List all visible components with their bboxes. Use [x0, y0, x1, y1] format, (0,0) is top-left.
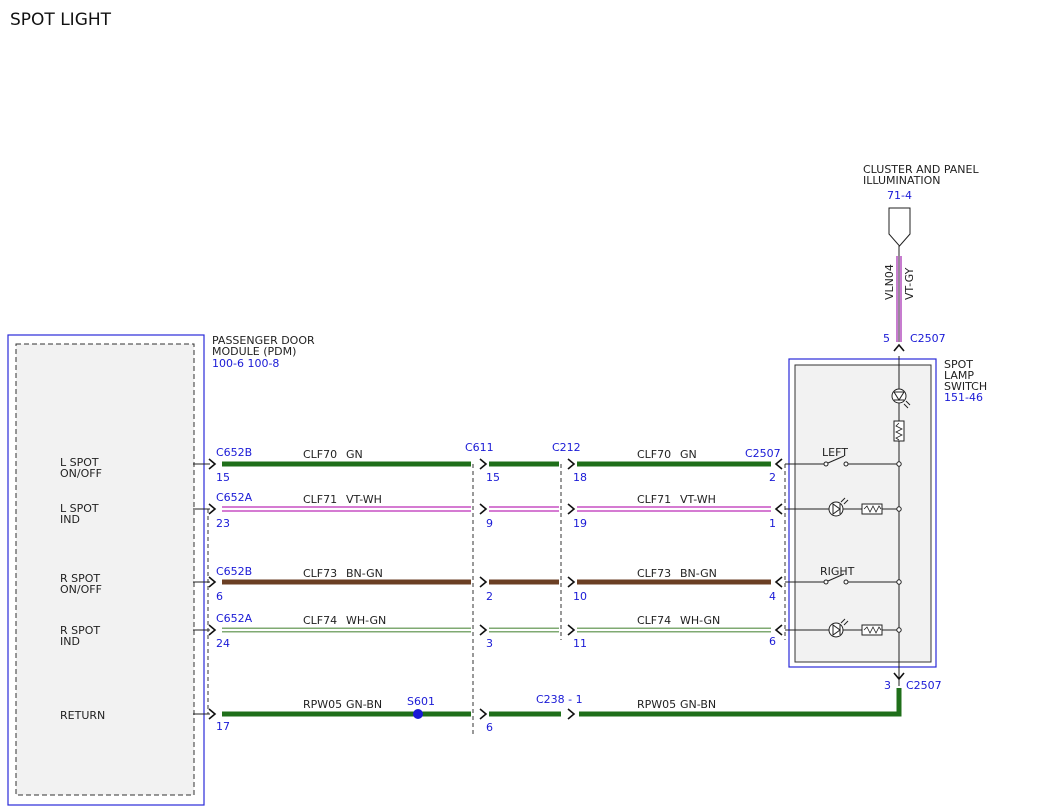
pin-number: 24 [216, 637, 230, 650]
pin-number: 17 [216, 720, 230, 733]
circuit-label: RPW05 [303, 698, 342, 711]
wire-color-label: VT-GY [903, 267, 916, 300]
wire-color-label: BN-GN [346, 567, 383, 580]
switch-right-label: RIGHT [820, 565, 855, 578]
resistor-icon [861, 624, 883, 636]
wire-color-label: GN-BN [680, 698, 716, 711]
wire-clf70: C652B 15 CLF70 GN C611 C212 15 18 CLF70 … [193, 441, 783, 484]
wire-color-label: BN-GN [680, 567, 717, 580]
circuit-label: VLN04 [883, 264, 896, 300]
wire-color-label: WH-GN [680, 614, 720, 627]
pin-number: 3 [884, 679, 891, 692]
arrow-up-icon [893, 343, 905, 352]
connector-label: C652A [216, 491, 253, 504]
circuit-label: CLF73 [303, 567, 337, 580]
switch-contact-icon [823, 579, 829, 585]
connector-label: C652B [216, 565, 252, 578]
pin-number: 1 [769, 517, 776, 530]
pin-number: 15 [216, 471, 230, 484]
pdm-pin-label: RETURN [60, 709, 105, 722]
pin-number: 6 [216, 590, 223, 603]
pin-number: 4 [769, 590, 776, 603]
page-title: SPOT LIGHT [10, 10, 112, 30]
illumination-feed: CLUSTER AND PANEL ILLUMINATION 71-4 VLN0… [863, 163, 979, 352]
wire-color-label: VT-WH [346, 493, 382, 506]
pin-number: 9 [486, 517, 493, 530]
connector-label: C652B [216, 446, 252, 459]
wire-clf74: C652A 24 CLF74 WH-GN 3 11 CLF74 WH-GN 6 [193, 612, 783, 650]
wire-color-label: GN [680, 448, 697, 461]
spot-lamp-switch: SPOT LAMP SWITCH 151-46 LEFT RIGHT 3 C25… [785, 356, 987, 692]
switch-left-label: LEFT [822, 446, 848, 459]
switch-contact-icon [823, 461, 829, 467]
pin-number: 5 [883, 332, 890, 345]
circuit-label: RPW05 [637, 698, 676, 711]
pin-number: 2 [769, 471, 776, 484]
illumination-line2: ILLUMINATION [863, 174, 941, 187]
pdm-module: PASSENGER DOOR MODULE (PDM) 100-6 100-8 … [7, 334, 315, 806]
resistor-icon [893, 420, 905, 442]
page-reference-icon [888, 207, 911, 247]
pin-number: 6 [486, 721, 493, 734]
wire-clf73: C652B 6 CLF73 BN-GN 2 10 CLF73 BN-GN 4 [193, 565, 783, 603]
wire-color-label: GN [346, 448, 363, 461]
splice-point [413, 709, 423, 719]
circuit-label: CLF74 [637, 614, 671, 627]
pdm-ref: 100-6 100-8 [212, 357, 279, 370]
circuit-label: CLF71 [303, 493, 337, 506]
wire-color-label: WH-GN [346, 614, 386, 627]
pdm-pin-label: ON/OFF [60, 583, 102, 596]
circuit-label: CLF70 [303, 448, 337, 461]
circuit-label: CLF70 [637, 448, 671, 461]
connector-label: C2507 [910, 332, 946, 345]
wire-clf71: C652A 23 CLF71 VT-WH 9 19 CLF71 VT-WH 1 [193, 491, 783, 530]
circuit-label: CLF74 [303, 614, 337, 627]
splice-label: S601 [407, 695, 435, 708]
connector-label: C611 [465, 441, 494, 454]
illumination-ref: 71-4 [887, 189, 912, 202]
pin-number: 2 [486, 590, 493, 603]
switch-ref: 151-46 [944, 391, 983, 404]
pin-number: 18 [573, 471, 587, 484]
connector-label: C2507 [906, 679, 942, 692]
connector-label: C212 [552, 441, 581, 454]
pin-number: 11 [573, 637, 587, 650]
pin-number: 10 [573, 590, 587, 603]
wire-color-label: VT-WH [680, 493, 716, 506]
circuit-label: CLF71 [637, 493, 671, 506]
pdm-pin-label: ON/OFF [60, 467, 102, 480]
wire-rpw05: 17 RPW05 GN-BN S601 6 C238 - 1 RPW05 GN-… [193, 688, 902, 734]
pin-number: 3 [486, 637, 493, 650]
pin-number: 6 [769, 635, 776, 648]
pin-number: 19 [573, 517, 587, 530]
resistor-icon [861, 503, 883, 515]
pdm-pin-label: IND [60, 513, 80, 526]
connector-label: C2507 [745, 447, 781, 460]
connector-label: C652A [216, 612, 253, 625]
wiring-diagram: SPOT LIGHT PASSENGER DOOR MODULE (PDM) 1… [7, 10, 987, 806]
circuit-label: CLF73 [637, 567, 671, 580]
wire-color-label: GN-BN [346, 698, 382, 711]
pin-number: 15 [486, 471, 500, 484]
connector-label: C238 - 1 [536, 693, 583, 706]
pdm-pin-label: IND [60, 635, 80, 648]
pin-number: 23 [216, 517, 230, 530]
